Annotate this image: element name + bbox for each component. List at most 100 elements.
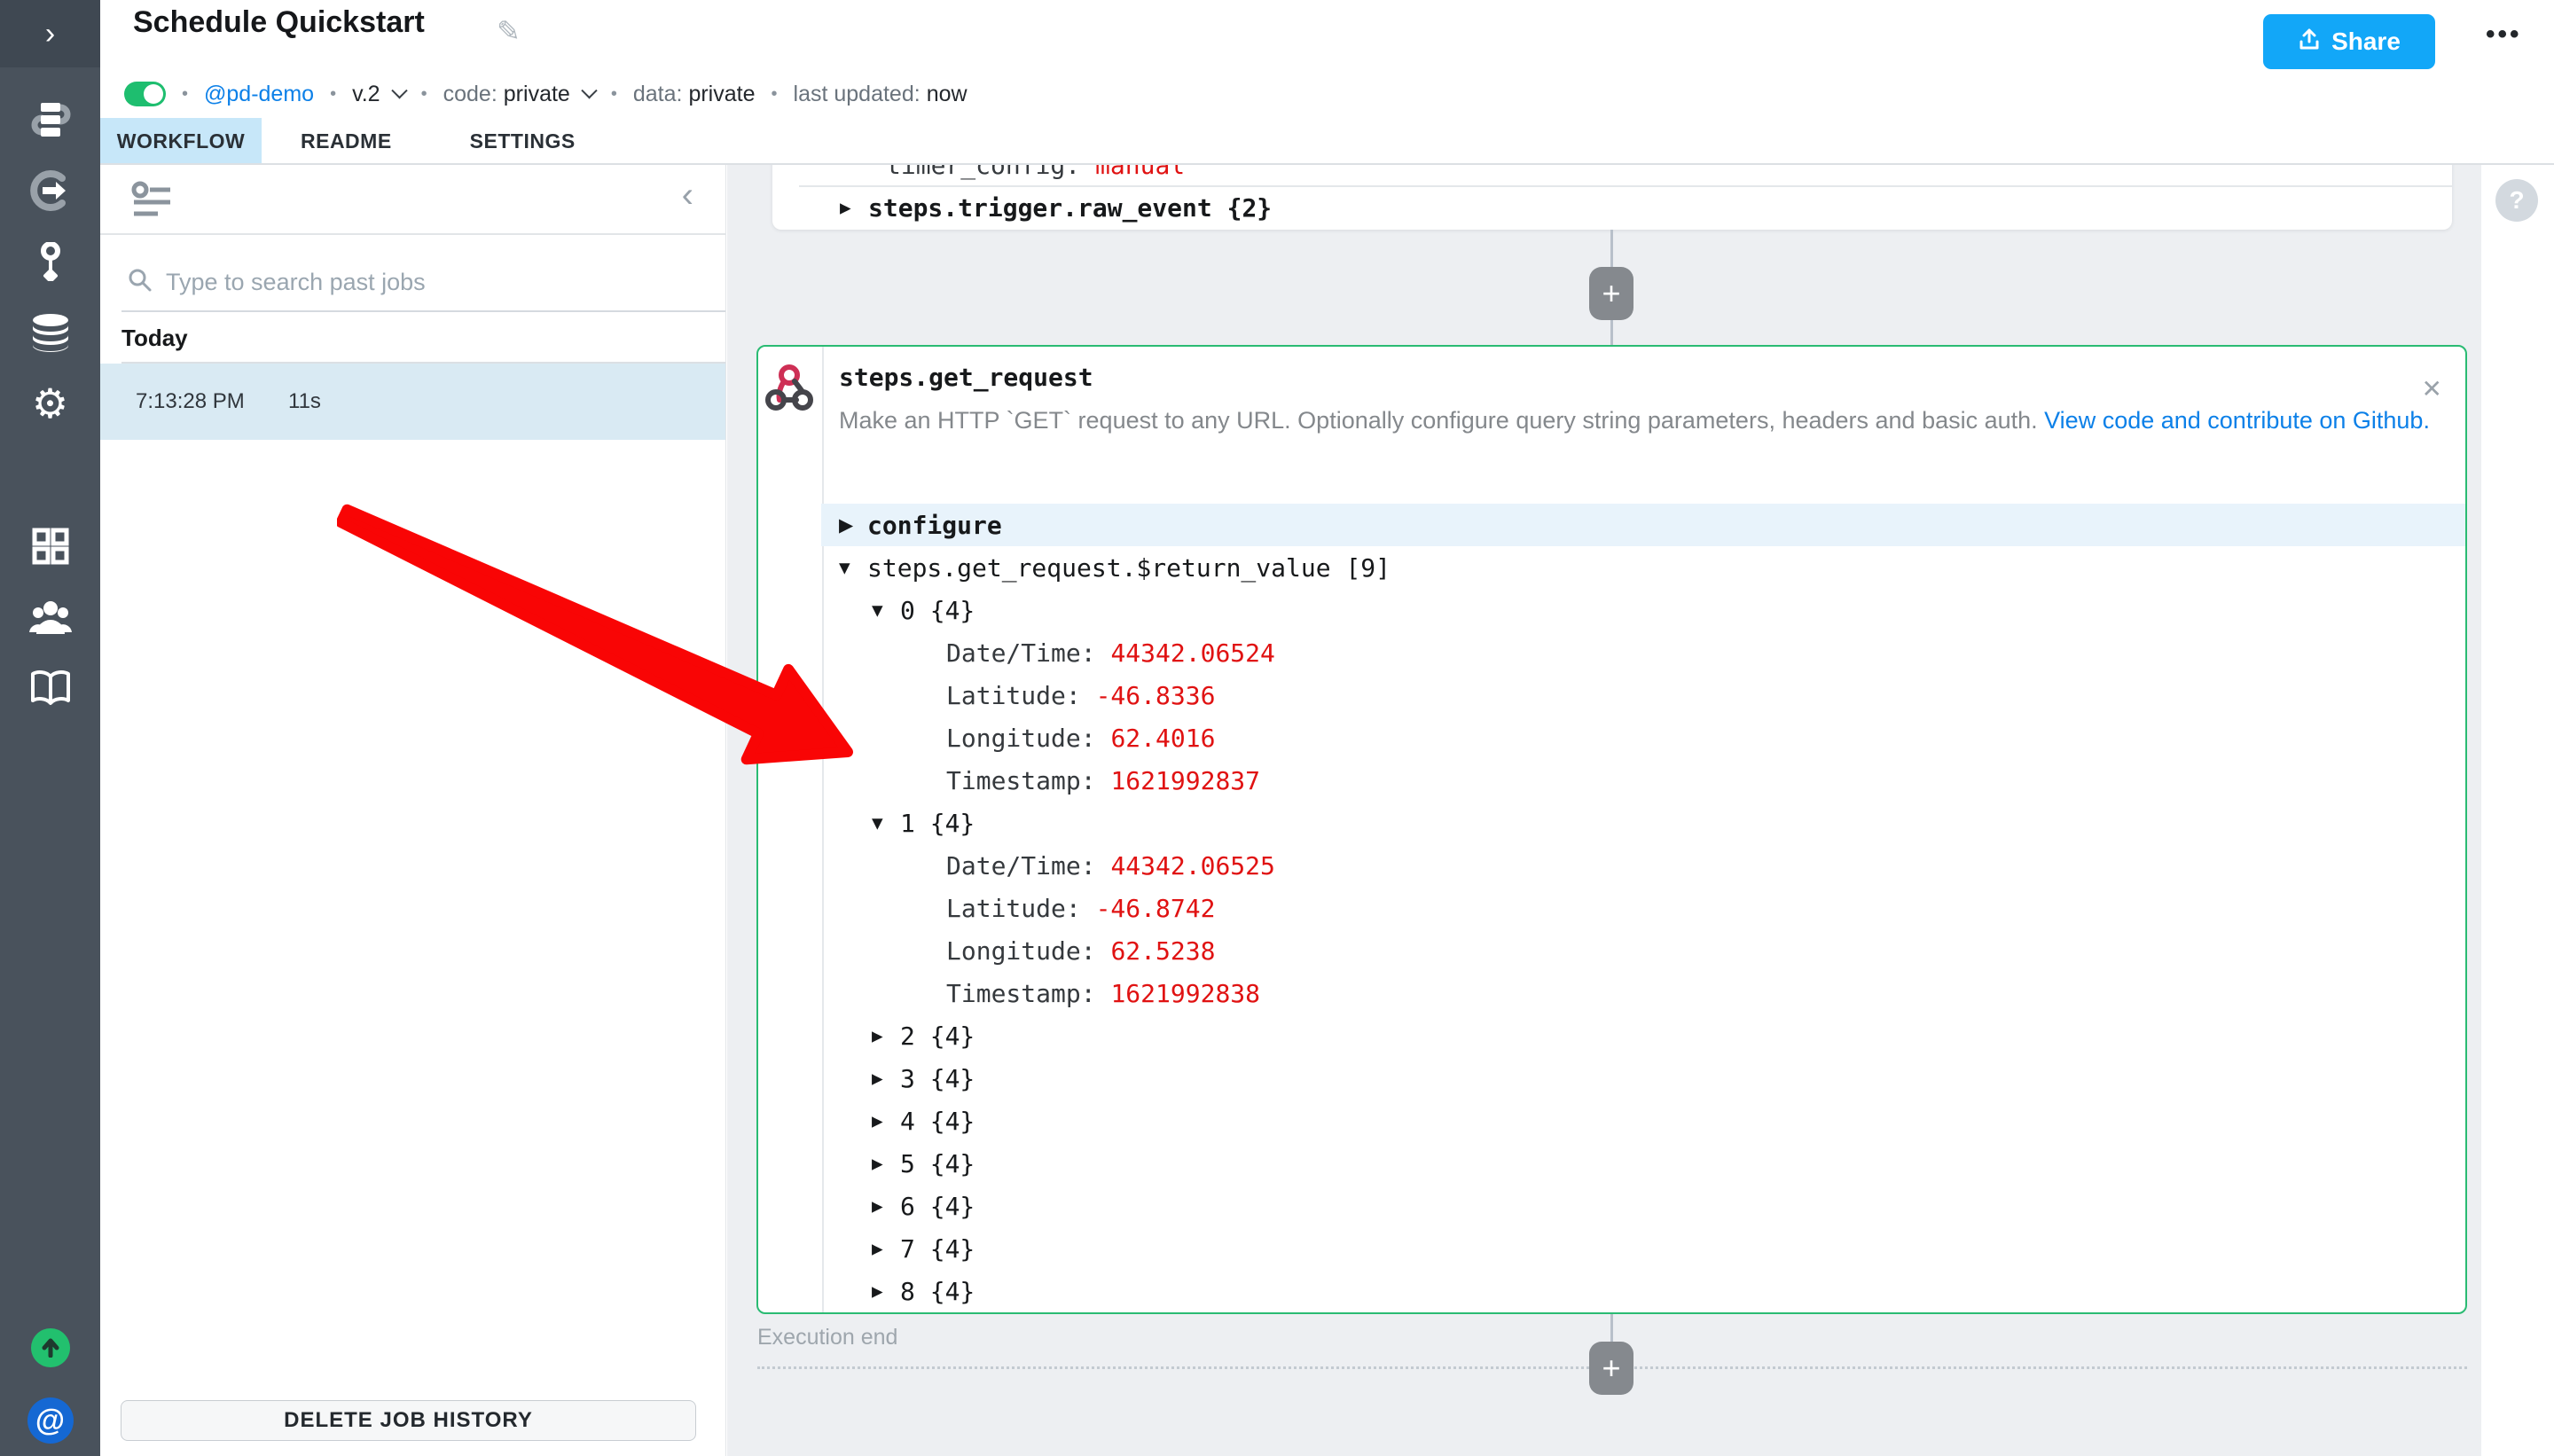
book-icon <box>30 669 71 707</box>
field-key: Timestamp: <box>946 979 1110 1008</box>
field-value: -46.8336 <box>1096 681 1216 710</box>
caret-down-icon[interactable]: ▼ <box>839 557 867 578</box>
search-icon <box>127 267 153 298</box>
tab-readme[interactable]: README <box>262 118 431 164</box>
item-index: 4 <box>900 1107 915 1136</box>
tree-item-row[interactable]: ▼1 {4} <box>821 802 2465 844</box>
caret-down-icon[interactable]: ▼ <box>872 812 900 834</box>
caret-right-icon[interactable]: ▶ <box>872 1068 900 1089</box>
item-count: {4} <box>915 596 975 625</box>
tree-field-row: Longitude: 62.4016 <box>821 716 2465 759</box>
data-visibility: data: private <box>633 82 756 107</box>
gear-icon: ⚙ <box>32 383 68 424</box>
tree-field-row: Timestamp: 1621992838 <box>821 972 2465 1014</box>
tree-item-row[interactable]: ▶4 {4} <box>821 1100 2465 1142</box>
nav-item-docs[interactable] <box>0 669 100 708</box>
tree-item-row[interactable]: ▼0 {4} <box>821 589 2465 631</box>
github-link[interactable]: View code and contribute on Github. <box>2044 407 2430 434</box>
item-index: 6 <box>900 1192 915 1221</box>
nav-item-sources[interactable] <box>0 171 100 210</box>
job-row[interactable]: 7:13:28 PM11s <box>100 364 725 440</box>
share-button[interactable]: Share <box>2263 14 2435 69</box>
caret-right-icon[interactable]: ▶ <box>840 197 868 218</box>
nav-item-settings[interactable]: ⚙ <box>0 384 100 423</box>
tab-bar: WORKFLOWREADMESETTINGS <box>100 118 2554 164</box>
edit-title-pencil-icon[interactable]: ✎ <box>497 14 521 48</box>
caret-right-icon[interactable]: ▶ <box>872 1280 900 1302</box>
item-index: 8 <box>900 1277 915 1306</box>
tree-item-row[interactable]: ▶7 {4} <box>821 1227 2465 1270</box>
jobs-panel-header: ‹ <box>100 165 725 235</box>
tree-item-row[interactable]: ▶2 {4} <box>821 1014 2465 1057</box>
field-value: 44342.06525 <box>1110 851 1274 881</box>
caret-down-icon[interactable]: ▼ <box>872 599 900 621</box>
caret-right-icon[interactable]: ▶ <box>839 514 867 536</box>
owner-link[interactable]: @pd-demo <box>204 82 314 107</box>
tab-settings[interactable]: SETTINGS <box>431 118 615 164</box>
nav-item-data-stores[interactable] <box>0 313 100 352</box>
trigger-config-row: timer_config: manual <box>886 165 1185 182</box>
search-past-jobs-input[interactable]: Type to search past jobs <box>127 261 708 303</box>
item-count: {4} <box>915 1107 975 1136</box>
nav-item-keys[interactable] <box>0 242 100 281</box>
event-path: steps.trigger.raw_event <box>868 193 1212 223</box>
tree-root-row[interactable]: ▼steps.get_request.$return_value [9] <box>821 546 2465 589</box>
close-icon[interactable]: ✕ <box>2422 377 2442 402</box>
help-button[interactable]: ? <box>2495 179 2538 222</box>
workflow-meta-row: • @pd-demo • v.2 • code: private • data:… <box>124 74 968 114</box>
tree-field-row: Date/Time: 44342.06525 <box>821 844 2465 887</box>
tab-workflow[interactable]: WORKFLOW <box>100 118 262 164</box>
add-step-button[interactable]: + <box>1589 1342 1633 1395</box>
chevron-down-icon <box>391 82 407 98</box>
field-value: 62.5238 <box>1110 936 1215 966</box>
nav-item-community[interactable] <box>0 598 100 637</box>
version-dropdown[interactable]: v.2 <box>352 82 405 107</box>
share-upload-icon <box>2298 27 2321 57</box>
item-index: 1 <box>900 809 915 838</box>
mention-button[interactable]: @ <box>0 1397 100 1444</box>
deploy-button[interactable] <box>0 1328 100 1367</box>
caret-right-icon[interactable]: ▶ <box>872 1238 900 1259</box>
page-title: Schedule Quickstart <box>133 5 425 40</box>
return-path: steps.get_request.$return_value <box>867 553 1331 583</box>
caret-right-icon[interactable]: ▶ <box>872 1110 900 1131</box>
caret-right-icon[interactable]: ▶ <box>872 1153 900 1174</box>
nav-item-apps[interactable] <box>0 527 100 566</box>
tree-item-row[interactable]: ▶5 {4} <box>821 1142 2465 1185</box>
field-key: Latitude: <box>946 894 1096 923</box>
delete-job-history-button[interactable]: DELETE JOB HISTORY <box>121 1400 696 1441</box>
field-key: Longitude: <box>946 936 1110 966</box>
meta-separator: • <box>182 84 188 105</box>
more-menu-button[interactable]: ••• <box>2486 20 2522 50</box>
caret-right-icon[interactable]: ▶ <box>872 1025 900 1046</box>
configure-section-row[interactable]: ▶ configure <box>821 504 2465 546</box>
add-step-button[interactable]: + <box>1589 267 1633 320</box>
tree-item-row[interactable]: ▶3 {4} <box>821 1057 2465 1100</box>
active-toggle[interactable] <box>124 82 166 106</box>
tree-item-row[interactable]: ▶6 {4} <box>821 1185 2465 1227</box>
field-key: Longitude: <box>946 724 1110 753</box>
code-visibility-dropdown[interactable]: code: private <box>443 82 595 107</box>
field-value: 1621992838 <box>1110 979 1260 1008</box>
webhook-icon <box>764 363 814 417</box>
get-request-step-card[interactable]: ✕ steps.get_request Make an HTTP `GET` r… <box>756 345 2467 1314</box>
field-key: Date/Time: <box>946 638 1110 668</box>
trigger-step-card[interactable]: timer_config: manual ▶ steps.trigger.raw… <box>772 165 2452 230</box>
return-tree: ▼steps.get_request.$return_value [9]▼0 {… <box>821 546 2465 1311</box>
caret-right-icon[interactable]: ▶ <box>872 1195 900 1217</box>
trigger-raw-event-row[interactable]: ▶ steps.trigger.raw_event {2} <box>840 187 1272 228</box>
item-count: {4} <box>915 1234 975 1264</box>
nav-item-workflows[interactable] <box>0 100 100 139</box>
key-icon <box>31 242 70 281</box>
code-value: private <box>504 82 570 107</box>
job-list: 7:13:28 PM11s <box>100 364 725 440</box>
tree-item-row[interactable]: ▶8 {4} <box>821 1270 2465 1311</box>
collapse-panel-chevron[interactable]: ‹ <box>682 177 693 213</box>
filter-icon[interactable] <box>131 181 172 224</box>
item-count: {4} <box>915 1192 975 1221</box>
description-text: Make an HTTP `GET` request to any URL. O… <box>839 407 2044 434</box>
jobs-panel: ‹ Type to search past jobs Today 7:13:28… <box>100 165 726 1456</box>
expand-nav-button[interactable]: › <box>0 0 100 67</box>
item-index: 7 <box>900 1234 915 1264</box>
meta-separator: • <box>330 84 336 105</box>
